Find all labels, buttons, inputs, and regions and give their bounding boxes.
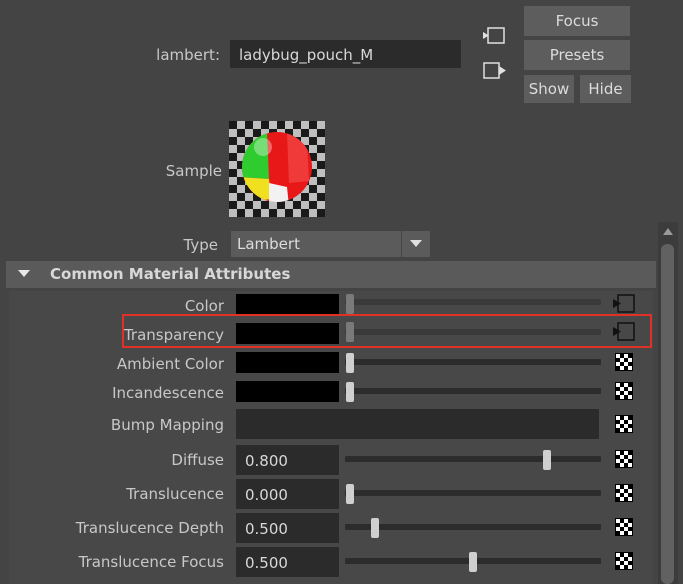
ambient-color-slider-handle[interactable] — [346, 353, 354, 373]
sample-label: Sample — [165, 162, 222, 180]
common-material-attributes-header[interactable]: Common Material Attributes — [6, 261, 656, 288]
bump-mapping-label: Bump Mapping — [110, 416, 224, 434]
color-slider-handle[interactable] — [346, 294, 354, 314]
color-label: Color — [184, 297, 224, 315]
checker-map-icon[interactable] — [615, 518, 633, 536]
translucence-focus-slider-handle[interactable] — [469, 552, 477, 572]
scrollbar-thumb[interactable] — [661, 244, 674, 584]
transparency-highlight-box — [122, 314, 652, 348]
translucence-label: Translucence — [126, 485, 224, 503]
material-name-field[interactable]: ladybug_pouch_M — [230, 40, 461, 68]
translucence-depth-value-field[interactable]: 0.500 — [236, 513, 339, 543]
checker-map-icon[interactable] — [615, 552, 633, 570]
material-type-label: lambert: — [156, 46, 220, 64]
diffuse-slider-handle[interactable] — [542, 450, 551, 470]
translucence-focus-value-field[interactable]: 0.500 — [236, 547, 339, 577]
ambient-color-label: Ambient Color — [116, 355, 224, 373]
checker-map-icon[interactable] — [615, 382, 633, 400]
output-arrow-icon[interactable] — [481, 60, 509, 82]
type-value: Lambert — [237, 235, 300, 253]
type-dropdown[interactable]: Lambert — [231, 231, 430, 257]
checker-map-icon[interactable] — [615, 450, 633, 468]
bump-mapping-field[interactable] — [236, 409, 599, 439]
diffuse-value-field[interactable]: 0.800 — [236, 445, 339, 475]
chevron-down-icon — [410, 240, 422, 247]
checker-map-icon[interactable] — [615, 353, 633, 371]
diffuse-slider-track[interactable] — [345, 456, 601, 462]
checker-map-icon[interactable] — [615, 415, 633, 433]
translucence-depth-slider-handle[interactable] — [370, 518, 379, 538]
incandescence-swatch[interactable] — [236, 381, 339, 402]
incandescence-slider-track[interactable] — [345, 388, 601, 394]
scroll-up-arrow-icon[interactable] — [663, 228, 673, 235]
incandescence-slider-handle[interactable] — [346, 382, 354, 402]
ambient-color-slider-track[interactable] — [345, 359, 601, 365]
color-swatch[interactable] — [236, 294, 339, 315]
dropdown-arrow[interactable] — [401, 231, 430, 257]
checker-map-icon[interactable] — [615, 484, 633, 502]
ambient-color-swatch[interactable] — [236, 352, 339, 373]
translucence-focus-label: Translucence Focus — [78, 553, 224, 571]
type-label: Type — [183, 236, 218, 254]
translucence-slider-handle[interactable] — [346, 484, 354, 504]
diffuse-label: Diffuse — [171, 451, 224, 469]
translucence-depth-label: Translucence Depth — [75, 519, 224, 537]
collapse-triangle-icon — [18, 270, 30, 277]
translucence-value-field[interactable]: 0.000 — [236, 479, 339, 509]
incandescence-label: Incandescence — [112, 384, 224, 402]
input-arrow-icon[interactable] — [481, 26, 507, 46]
section-title: Common Material Attributes — [50, 265, 291, 283]
material-sample-swatch[interactable] — [229, 121, 325, 217]
connected-map-icon[interactable] — [612, 294, 636, 314]
focus-button[interactable]: Focus — [524, 6, 630, 36]
translucence-slider-track[interactable] — [345, 490, 601, 496]
hide-button[interactable]: Hide — [580, 75, 631, 103]
presets-button[interactable]: Presets — [524, 40, 630, 70]
color-slider-track[interactable] — [345, 299, 601, 305]
vertical-scrollbar[interactable] — [658, 222, 678, 584]
translucence-depth-slider-track[interactable] — [345, 524, 601, 530]
show-button[interactable]: Show — [524, 75, 574, 103]
